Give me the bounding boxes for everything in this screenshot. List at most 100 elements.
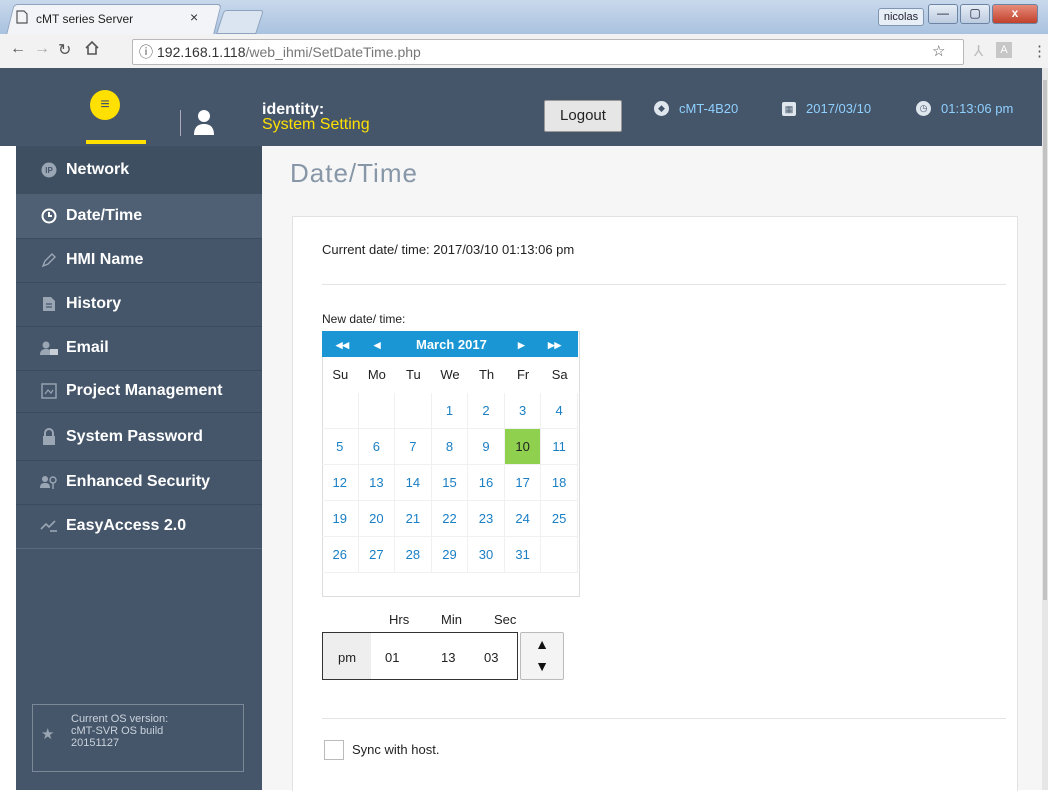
calendar-day[interactable]: 21	[395, 501, 432, 537]
calendar-day[interactable]: 3	[504, 393, 542, 429]
calendar-day[interactable]: 1	[431, 393, 469, 429]
minutes-field[interactable]: 13	[441, 650, 455, 665]
sync-checkbox[interactable]	[324, 740, 344, 760]
sidebar-item-network[interactable]: IP Network	[16, 146, 262, 195]
sidebar-item-label: Enhanced Security	[66, 473, 211, 490]
calendar-day[interactable]: 5	[322, 429, 359, 465]
sidebar-item-project-management[interactable]: Project Management	[16, 370, 262, 413]
device-name-indicator: ◆ cMT-4B20	[654, 101, 738, 116]
calendar-day[interactable]: 16	[468, 465, 505, 501]
calendar-day[interactable]: 2	[468, 393, 505, 429]
current-datetime: Current date/ time: 2017/03/10 01:13:06 …	[322, 242, 575, 257]
calendar-day[interactable]: 31	[504, 537, 542, 573]
clock-icon	[40, 207, 58, 225]
spin-down-button[interactable]: ▼	[521, 655, 563, 677]
calendar-day[interactable]: 17	[504, 465, 542, 501]
sidebar-item-date-time[interactable]: Date/Time	[16, 194, 262, 239]
calendar-day[interactable]: 19	[322, 501, 359, 537]
calendar-day[interactable]: 7	[395, 429, 432, 465]
reload-icon[interactable]: ↻	[58, 40, 71, 60]
translate-extension-icon[interactable]: A	[996, 42, 1012, 58]
sidebar-item-email[interactable]: Email	[16, 326, 262, 371]
prev-month-button[interactable]: ◂	[374, 337, 381, 353]
device-name: cMT-4B20	[679, 101, 739, 116]
close-window-button[interactable]: x	[992, 4, 1038, 24]
sidebar-item-enhanced-security[interactable]: Enhanced Security	[16, 460, 262, 505]
calendar-day[interactable]: 4	[541, 393, 578, 429]
weekday-label: Tu	[406, 367, 421, 382]
next-month-button[interactable]: ▸	[518, 337, 525, 353]
scrollbar-thumb[interactable]	[1043, 80, 1047, 600]
os-version-date: 20151127	[71, 737, 120, 749]
back-arrow-icon[interactable]: ←	[10, 40, 26, 58]
calendar-day[interactable]: 9	[468, 429, 505, 465]
forward-arrow-icon[interactable]: →	[34, 40, 50, 58]
url-input[interactable]: ⓘ 192.168.1.118/web_ihmi/SetDateTime.php	[132, 39, 964, 65]
calendar-day[interactable]: 20	[358, 501, 396, 537]
new-tab-button[interactable]	[216, 10, 264, 34]
calendar-day[interactable]: 15	[431, 465, 469, 501]
seconds-field[interactable]: 03	[484, 650, 498, 665]
hours-field[interactable]: 01	[385, 650, 399, 665]
weekday-label: Sa	[551, 367, 568, 382]
sidebar-item-history[interactable]: History	[16, 282, 262, 327]
calendar-day[interactable]: 30	[468, 537, 505, 573]
next-year-button[interactable]: ▸▸	[548, 337, 561, 353]
calendar-day[interactable]: 23	[468, 501, 505, 537]
calendar-day[interactable]: 25	[541, 501, 578, 537]
sidebar-item-label: EasyAccess 2.0	[66, 517, 187, 534]
calendar-day[interactable]: 14	[395, 465, 432, 501]
clock-icon: ◷	[916, 101, 931, 116]
tab-close-icon[interactable]: ×	[190, 9, 198, 25]
calendar-day[interactable]: 11	[541, 429, 578, 465]
new-datetime-label: New date/ time:	[322, 312, 406, 326]
sidebar-item-system-password[interactable]: System Password	[16, 414, 262, 461]
sync-label: Sync with host.	[352, 742, 440, 757]
prev-year-button[interactable]: ◂◂	[336, 337, 349, 353]
spin-up-button[interactable]: ▲	[521, 633, 563, 655]
sidebar-item-easyaccess[interactable]: EasyAccess 2.0	[16, 504, 262, 549]
maximize-button[interactable]: ▢	[960, 4, 990, 24]
header-time: 01:13:06 pm	[941, 101, 1014, 116]
users-key-icon	[40, 473, 58, 491]
divider	[322, 284, 1006, 285]
sidebar-item-label: Network	[66, 161, 130, 178]
calendar-day[interactable]: 24	[504, 501, 542, 537]
calendar-day[interactable]: 22	[431, 501, 469, 537]
week-row: 26 27 28 29 30 31	[322, 537, 578, 573]
weekday-label: Mo	[367, 367, 386, 382]
calendar-day[interactable]: 28	[395, 537, 432, 573]
pdf-extension-icon[interactable]: ⅄	[974, 42, 983, 60]
logout-button[interactable]: Logout	[544, 100, 622, 132]
minimize-button[interactable]: —	[928, 4, 958, 24]
calendar-day[interactable]: 27	[358, 537, 396, 573]
calendar-day[interactable]: 26	[322, 537, 359, 573]
calendar-day[interactable]: 12	[322, 465, 359, 501]
menu-icon[interactable]: ≡	[90, 90, 120, 120]
star-icon: ★	[41, 726, 55, 743]
home-icon[interactable]	[84, 40, 100, 61]
month-label[interactable]: March 2017	[416, 337, 487, 352]
chrome-menu-icon[interactable]: ⋮	[1032, 42, 1047, 60]
calendar-day[interactable]: 29	[431, 537, 469, 573]
weekday-label: Th	[478, 367, 495, 382]
calendar-day[interactable]: 6	[358, 429, 396, 465]
calendar-empty-cell	[541, 537, 578, 573]
calendar-day[interactable]: 10	[504, 429, 542, 465]
calendar-day[interactable]: 18	[541, 465, 578, 501]
user-icon[interactable]	[192, 108, 216, 141]
os-version-label: Current OS version:	[71, 713, 169, 725]
sidebar-item-label: History	[66, 295, 122, 312]
page-title: Date/Time	[290, 158, 418, 188]
time-indicator: ◷ 01:13:06 pm	[916, 101, 1013, 116]
app-header	[0, 68, 1042, 146]
bookmark-star-icon[interactable]: ☆	[932, 42, 945, 60]
sidebar-item-hmi-name[interactable]: HMI Name	[16, 238, 262, 283]
easyaccess-icon	[40, 517, 58, 535]
calendar-day[interactable]: 8	[431, 429, 469, 465]
ampm-field[interactable]: pm	[323, 633, 371, 679]
browser-user-badge[interactable]: nicolas	[878, 8, 924, 26]
calendar-day[interactable]: 13	[358, 465, 396, 501]
sidebar-item-label: Email	[66, 339, 109, 356]
date-indicator: ▦ 2017/03/10	[782, 101, 871, 116]
